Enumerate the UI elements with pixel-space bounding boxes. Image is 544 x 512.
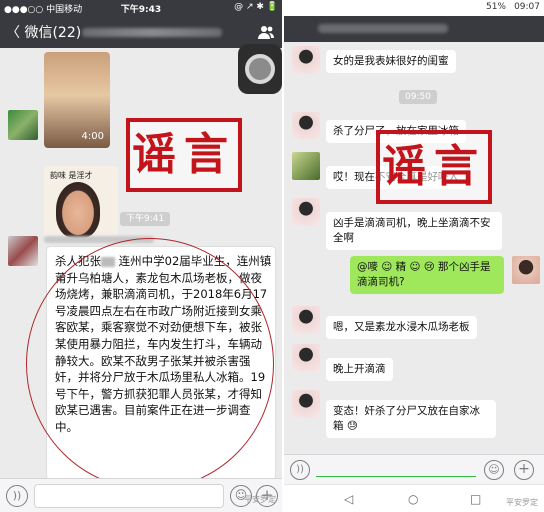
avatar[interactable] — [8, 110, 38, 140]
avatar[interactable] — [292, 112, 320, 140]
input-bar: )) ☺ + — [284, 454, 544, 484]
voice-icon[interactable]: )) — [290, 460, 310, 480]
battery-level: 51% — [485, 2, 506, 12]
right-screenshot: 51% 09:07 女的是我表妹很好的闺蜜 09:50 杀了分尸了，放在家里冰箱… — [284, 0, 544, 512]
highlight-circle — [26, 238, 274, 490]
status-time: 09:07 — [514, 2, 540, 12]
message-bubble[interactable]: 凶手是滴滴司机，晚上坐滴滴不安全啊 — [326, 212, 502, 250]
back-icon[interactable]: ◁ — [344, 492, 353, 506]
avatar[interactable] — [292, 306, 320, 334]
emoji-icon[interactable]: ☺ — [484, 460, 504, 480]
assistive-touch-ring — [245, 54, 275, 84]
plus-icon[interactable]: + — [514, 460, 534, 480]
message-input[interactable] — [34, 484, 224, 508]
chat-nav-bar — [284, 16, 544, 42]
avatar[interactable] — [292, 390, 320, 418]
sticker-caption: 韵味 是淫才 — [50, 171, 93, 180]
avatar[interactable] — [292, 46, 320, 74]
message-bubble-self[interactable]: @嘜 ☺ 精 ☺ 😢 那个凶手是滴滴司机? — [350, 256, 504, 294]
video-duration: 4:00 — [81, 131, 104, 142]
status-icons: @ ↗ ✱ 🔋 — [234, 2, 278, 12]
avatar[interactable] — [292, 152, 320, 180]
watermark: 平安罗定 — [506, 498, 538, 507]
input-bar: )) ☺ + — [0, 478, 282, 512]
message-bubble[interactable]: 女的是我表妹很好的闺蜜 — [326, 50, 456, 73]
home-icon[interactable]: ○ — [408, 492, 418, 506]
message-input[interactable] — [316, 476, 476, 477]
blurred-chat-title — [82, 28, 222, 37]
assistive-touch-button[interactable] — [238, 44, 282, 94]
group-members-icon[interactable] — [258, 24, 274, 40]
left-screenshot: ●●●○○ 中国移动 下午9:43 @ ↗ ✱ 🔋 〈 微信(22) 4:00 … — [0, 0, 282, 512]
message-bubble[interactable]: 嗯，又是素龙水浸木瓜场老板 — [326, 316, 477, 339]
timestamp: 下午9:41 — [120, 212, 171, 226]
message-bubble[interactable]: 变态！奸杀了分尸又放在自家冰箱 😓 — [326, 400, 496, 438]
avatar[interactable] — [292, 344, 320, 372]
avatar[interactable] — [292, 198, 320, 226]
blurred-chat-title — [318, 24, 448, 33]
sticker-face — [56, 182, 100, 238]
status-bar: ●●●○○ 中国移动 下午9:43 @ ↗ ✱ 🔋 — [0, 0, 282, 16]
avatar-self[interactable] — [512, 256, 540, 284]
avatar[interactable] — [8, 236, 38, 266]
android-nav-bar: ◁ ○ □ 平安罗定 — [284, 484, 544, 512]
chat-nav-bar: 〈 微信(22) — [0, 16, 282, 48]
rumor-stamp: 谣言 — [376, 130, 492, 204]
back-button[interactable]: 〈 微信(22) — [6, 22, 81, 42]
status-bar: 51% 09:07 — [284, 0, 544, 16]
recent-apps-icon[interactable]: □ — [470, 492, 481, 506]
message-bubble[interactable]: 晚上开滴滴 — [326, 358, 393, 381]
sticker-message[interactable]: 韵味 是淫才 — [44, 166, 118, 240]
chat-area: 4:00 韵味 是淫才 谣言 下午9:41 杀人犯张 连州中学02届毕业生，连州… — [0, 48, 282, 490]
rumor-stamp: 谣言 — [126, 118, 242, 192]
video-message[interactable]: 4:00 — [44, 52, 110, 148]
voice-icon[interactable]: )) — [6, 485, 28, 507]
watermark: 平安罗定 — [244, 495, 276, 504]
timestamp: 09:50 — [399, 90, 437, 104]
